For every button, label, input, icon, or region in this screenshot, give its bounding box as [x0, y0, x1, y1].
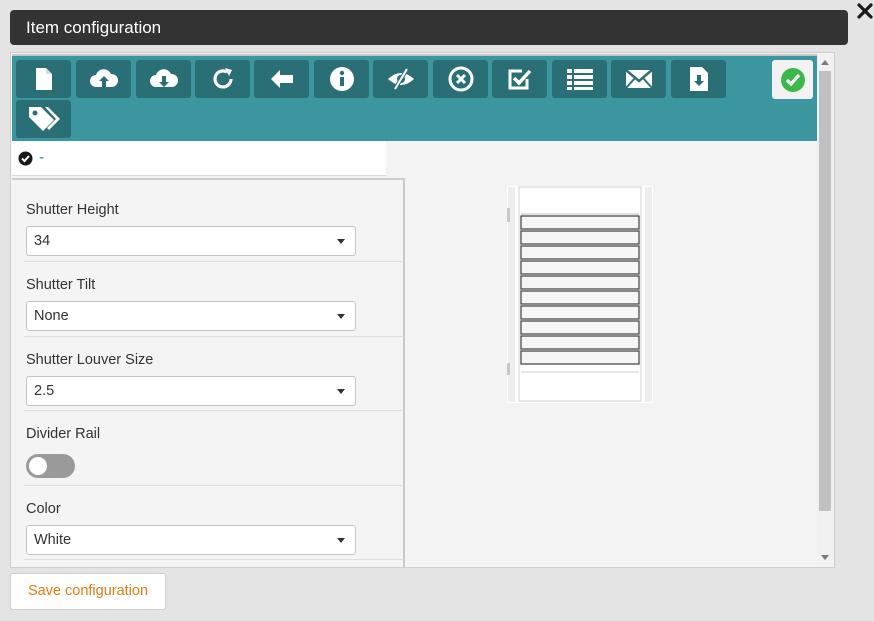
export-button[interactable]: [671, 60, 726, 98]
color-label: Color: [26, 501, 61, 517]
scroll-thumb[interactable]: [819, 71, 831, 511]
shutter-louver-size-value: 2.5: [34, 383, 55, 399]
chevron-down-icon: [337, 389, 345, 394]
toggle-knob: [29, 457, 47, 475]
upload-button[interactable]: [76, 60, 131, 98]
chevron-down-icon: [337, 538, 345, 543]
divider-rail-toggle[interactable]: [26, 454, 75, 478]
vertical-scrollbar[interactable]: [817, 54, 834, 567]
checkbox-checked-icon: [508, 69, 531, 90]
eye-slash-icon: [387, 67, 414, 91]
check-button[interactable]: [492, 60, 547, 98]
divider: [24, 336, 404, 337]
back-arrow-icon: [270, 70, 293, 88]
options-panel: Shutter Height 34 Shutter Tilt None Shut…: [12, 178, 406, 567]
shutter-tilt-value: None: [34, 308, 69, 324]
dialog-title: Item configuration: [10, 10, 848, 45]
info-icon: [329, 67, 354, 91]
ok-button[interactable]: [772, 60, 813, 99]
status-link[interactable]: -: [39, 149, 44, 167]
divider-rail-label: Divider Rail: [26, 426, 101, 442]
shutter-tilt-label: Shutter Tilt: [26, 277, 96, 293]
scroll-down-icon[interactable]: [821, 555, 829, 560]
shutter-height-label: Shutter Height: [26, 202, 119, 218]
cancel-button[interactable]: [433, 60, 488, 98]
tags-button[interactable]: [16, 100, 71, 138]
shutter-louver-size-label: Shutter Louver Size: [26, 352, 154, 368]
shutter-height-select[interactable]: 34: [26, 226, 356, 256]
divider: [24, 261, 404, 262]
save-configuration-button[interactable]: Save configuration: [10, 573, 166, 610]
color-value: White: [34, 532, 72, 548]
file-download-icon: [689, 67, 708, 91]
chevron-down-icon: [337, 314, 345, 319]
divider: [24, 410, 404, 411]
tags-icon: [28, 107, 60, 131]
status-row: -: [12, 141, 386, 176]
shutter-tilt-select[interactable]: None: [26, 301, 356, 331]
toolbar: [12, 54, 817, 141]
email-button[interactable]: [611, 60, 666, 98]
configurator-frame: - Shutter Height 34 Shutter Tilt None Sh…: [10, 52, 835, 568]
divider: [24, 485, 404, 486]
divider-rail-field: Divider Rail: [26, 424, 406, 478]
download-button[interactable]: [136, 60, 191, 98]
cloud-download-icon: [149, 69, 178, 87]
envelope-icon: [624, 69, 653, 89]
refresh-button[interactable]: [195, 60, 250, 98]
chevron-down-icon: [337, 239, 345, 244]
new-document-icon: [35, 68, 52, 90]
shutter-preview-image: [507, 186, 653, 403]
check-circle-small-icon: [18, 151, 33, 166]
shutter-tilt-field: Shutter Tilt None: [26, 275, 406, 331]
check-circle-icon: [780, 67, 805, 92]
shutter-louver-size-field: Shutter Louver Size 2.5: [26, 350, 406, 406]
new-document-button[interactable]: [16, 60, 71, 98]
scroll-up-icon[interactable]: [821, 60, 829, 65]
color-field: Color White: [26, 499, 406, 555]
refresh-icon: [212, 68, 233, 89]
cancel-circle-icon: [448, 66, 473, 92]
color-select[interactable]: White: [26, 525, 356, 555]
close-icon[interactable]: [856, 0, 874, 22]
list-button[interactable]: [552, 60, 607, 98]
shutter-louver-size-select[interactable]: 2.5: [26, 376, 356, 406]
configuration-dialog: Item configuration - Shutter Height 34 S…: [0, 0, 874, 621]
divider: [24, 559, 404, 560]
hide-button[interactable]: [373, 60, 428, 98]
shutter-height-field: Shutter Height 34: [26, 200, 406, 256]
cloud-upload-icon: [89, 69, 118, 87]
back-button[interactable]: [254, 60, 309, 98]
list-icon: [566, 69, 593, 90]
shutter-height-value: 34: [34, 233, 51, 249]
info-button[interactable]: [314, 60, 369, 98]
